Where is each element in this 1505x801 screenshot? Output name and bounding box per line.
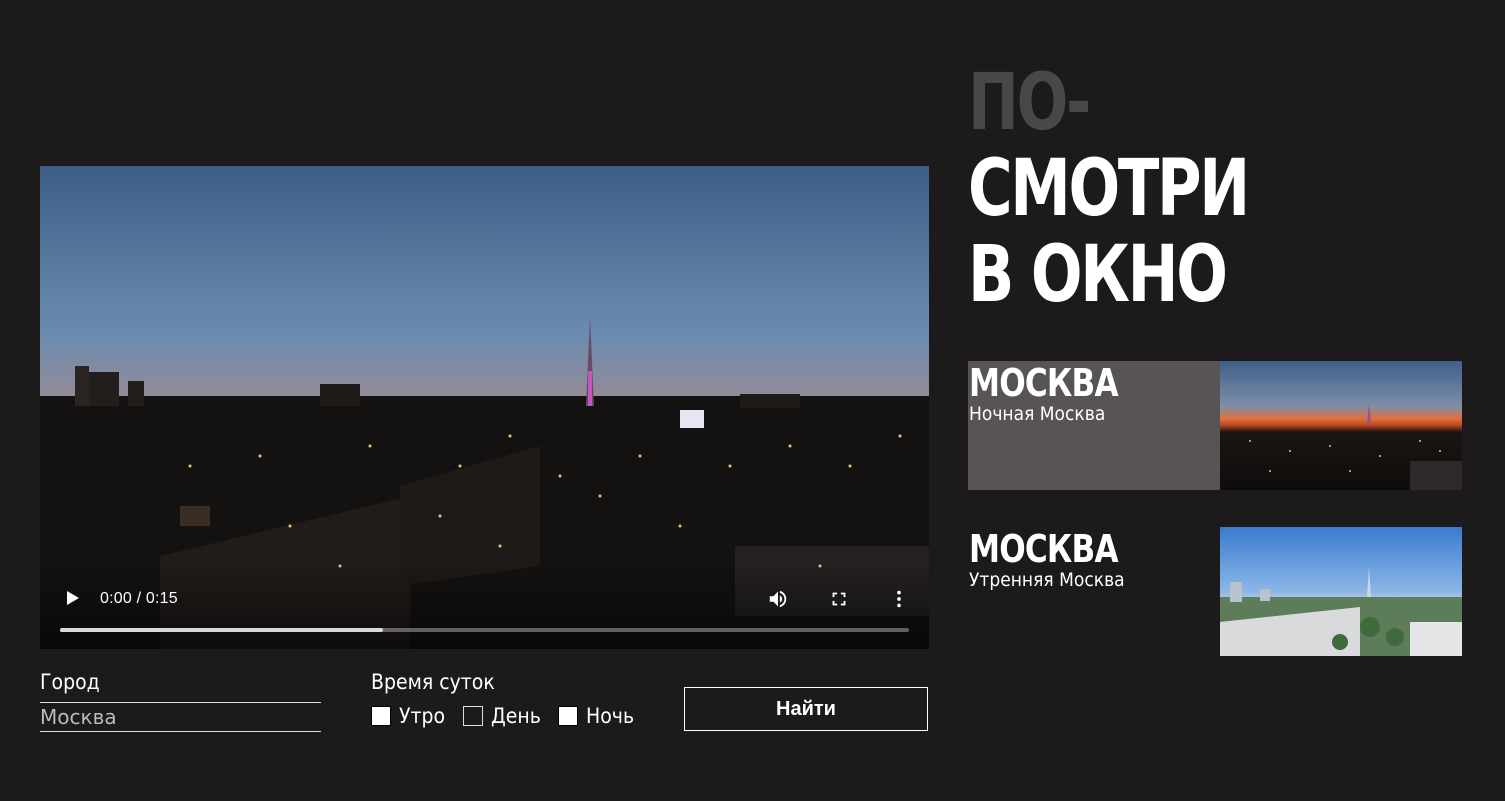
search-button[interactable]: Найти	[684, 687, 928, 731]
page-title: ПО- СМОТРИ В ОКНО	[968, 58, 1250, 320]
checkbox-box[interactable]	[463, 706, 483, 726]
checkbox-box[interactable]	[371, 706, 391, 726]
city-input[interactable]	[40, 702, 321, 732]
video-player[interactable]: 0:00 / 0:15	[40, 166, 929, 649]
card-city: МОСКВА	[969, 527, 1119, 571]
checkbox-box[interactable]	[558, 706, 578, 726]
title-line-2: СМОТРИ	[968, 144, 1250, 234]
play-icon[interactable]	[62, 588, 82, 608]
card-info: МОСКВА Ночная Москва	[968, 361, 1220, 490]
card-thumbnail-night	[1220, 361, 1462, 490]
checkbox-label: День	[491, 704, 541, 728]
city-label: Город	[40, 670, 100, 694]
video-progress-fill	[60, 628, 383, 632]
checkbox-night[interactable]: Ночь	[558, 704, 639, 728]
video-card-morning[interactable]: МОСКВА Утренняя Москва	[968, 527, 1462, 656]
video-time: 0:00 / 0:15	[100, 590, 178, 607]
card-thumbnail-morning	[1220, 527, 1462, 656]
volume-icon[interactable]	[767, 588, 789, 610]
video-controls: 0:00 / 0:15	[40, 559, 929, 649]
checkbox-day[interactable]: День	[463, 704, 546, 728]
title-line-3: В ОКНО	[968, 230, 1228, 320]
more-options-icon[interactable]	[888, 588, 910, 610]
card-subtitle: Ночная Москва	[969, 403, 1106, 425]
fullscreen-icon[interactable]	[828, 588, 850, 610]
checkbox-label: Утро	[399, 704, 446, 728]
video-progress-bar[interactable]	[60, 628, 909, 632]
card-city: МОСКВА	[969, 361, 1119, 405]
checkbox-morning[interactable]: Утро	[371, 704, 450, 728]
title-line-1: ПО-	[968, 58, 1091, 148]
card-subtitle: Утренняя Москва	[969, 569, 1125, 591]
card-info: МОСКВА Утренняя Москва	[968, 527, 1220, 656]
checkbox-label: Ночь	[586, 704, 635, 728]
video-card-night[interactable]: МОСКВА Ночная Москва	[968, 361, 1462, 490]
time-of-day-label: Время суток	[371, 670, 495, 694]
